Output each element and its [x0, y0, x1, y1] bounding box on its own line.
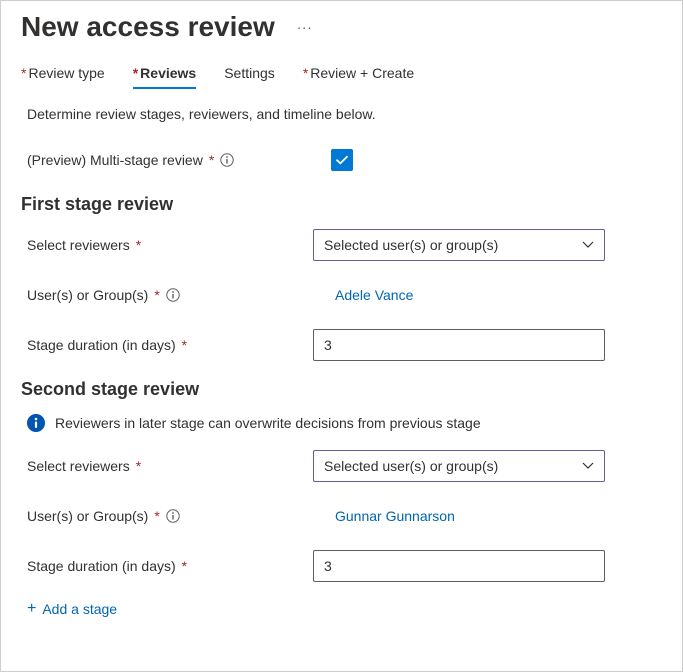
required-star: *: [136, 237, 141, 253]
info-icon[interactable]: [166, 509, 180, 523]
tab-label: Review + Create: [310, 65, 414, 81]
required-star: *: [154, 287, 159, 303]
second-stage-title: Second stage review: [21, 379, 662, 400]
stage-duration-label: Stage duration (in days): [27, 558, 176, 574]
required-star: *: [21, 65, 26, 81]
required-star: *: [136, 458, 141, 474]
users-groups-label: User(s) or Group(s): [27, 508, 148, 524]
users-link-2[interactable]: Gunnar Gunnarson: [335, 508, 455, 524]
required-star: *: [303, 65, 308, 81]
info-icon: [27, 414, 45, 432]
tab-review-create[interactable]: *Review + Create: [303, 61, 414, 89]
stage-duration-label: Stage duration (in days): [27, 337, 176, 353]
add-stage-label: Add a stage: [42, 601, 117, 617]
first-stage-title: First stage review: [21, 194, 662, 215]
chevron-down-icon: [582, 459, 594, 473]
required-star: *: [209, 152, 214, 168]
select-reviewers-dropdown-2[interactable]: Selected user(s) or group(s): [313, 450, 605, 482]
select-reviewers-label: Select reviewers: [27, 458, 130, 474]
tabs: *Review type *Reviews Settings *Review +…: [21, 61, 662, 90]
multistage-checkbox[interactable]: [331, 149, 353, 171]
select-reviewers-dropdown-1[interactable]: Selected user(s) or group(s): [313, 229, 605, 261]
tab-label: Review type: [28, 65, 104, 81]
page-title: New access review: [21, 11, 275, 43]
users-groups-label: User(s) or Group(s): [27, 287, 148, 303]
required-star: *: [182, 337, 187, 353]
dropdown-value: Selected user(s) or group(s): [324, 237, 498, 253]
dropdown-value: Selected user(s) or group(s): [324, 458, 498, 474]
ellipsis-icon[interactable]: ···: [297, 19, 313, 35]
multistage-label: (Preview) Multi-stage review: [27, 152, 203, 168]
info-icon[interactable]: [166, 288, 180, 302]
tab-description: Determine review stages, reviewers, and …: [27, 106, 656, 122]
users-link-1[interactable]: Adele Vance: [335, 287, 413, 303]
tab-review-type[interactable]: *Review type: [21, 61, 105, 89]
tab-settings[interactable]: Settings: [224, 61, 275, 89]
chevron-down-icon: [582, 238, 594, 252]
required-star: *: [154, 508, 159, 524]
tab-label: Settings: [224, 65, 275, 81]
required-star: *: [182, 558, 187, 574]
plus-icon: +: [27, 600, 36, 618]
select-reviewers-label: Select reviewers: [27, 237, 130, 253]
add-stage-link[interactable]: + Add a stage: [27, 600, 656, 618]
stage-duration-input-2[interactable]: [313, 550, 605, 582]
required-star: *: [133, 65, 138, 81]
info-icon[interactable]: [220, 153, 234, 167]
tab-reviews[interactable]: *Reviews: [133, 61, 197, 89]
info-banner-text: Reviewers in later stage can overwrite d…: [55, 415, 481, 431]
tab-label: Reviews: [140, 65, 196, 81]
stage-duration-input-1[interactable]: [313, 329, 605, 361]
